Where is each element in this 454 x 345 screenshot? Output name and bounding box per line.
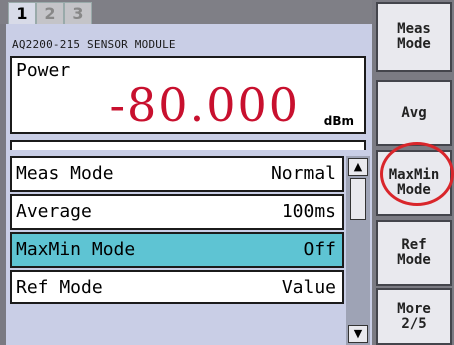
power-label: Power xyxy=(16,60,71,81)
more-softkey[interactable]: More 2/5 xyxy=(376,288,452,345)
tab-3[interactable]: 3 xyxy=(64,2,92,26)
scroll-up-icon[interactable]: ▲ xyxy=(348,158,368,176)
list-item-value: Value xyxy=(281,277,336,298)
power-display: Power -80.000 dBm xyxy=(10,56,366,134)
meas-mode-softkey[interactable]: Meas Mode xyxy=(376,2,452,72)
list-item-meas-mode[interactable]: Meas Mode Normal xyxy=(10,156,344,192)
softkey-line2: Mode xyxy=(397,182,431,198)
scroll-thumb[interactable] xyxy=(350,178,366,220)
settings-list: Meas Mode Normal Average 100ms MaxMin Mo… xyxy=(10,156,344,345)
softkey-line2: Mode xyxy=(397,252,431,268)
list-item-label: Average xyxy=(16,201,92,222)
list-item-ref-mode[interactable]: Ref Mode Value xyxy=(10,270,344,304)
power-unit: dBm xyxy=(323,114,354,128)
avg-softkey[interactable]: Avg xyxy=(376,80,452,146)
list-item-label: Meas Mode xyxy=(16,163,114,184)
tab-strip: 1 2 3 xyxy=(0,0,372,26)
power-value: -80.000 xyxy=(109,78,300,132)
softkey-line2: 2/5 xyxy=(401,315,427,332)
list-item-value: Normal xyxy=(270,163,336,184)
softkey-line1: More xyxy=(397,300,431,317)
module-title: AQ2200-215 SENSOR MODULE xyxy=(12,38,176,51)
list-item-value: Off xyxy=(303,239,336,260)
softkey-panel: Meas Mode Avg MaxMin Mode Ref Mode More … xyxy=(372,0,454,345)
softkey-line1: Meas xyxy=(397,21,431,37)
softkey-line1: MaxMin xyxy=(388,167,440,183)
scroll-down-icon[interactable]: ▼ xyxy=(348,325,368,343)
list-item-maxmin-mode[interactable]: MaxMin Mode Off xyxy=(10,232,344,268)
softkey-line1: Ref xyxy=(401,237,427,253)
softkey-line2: Mode xyxy=(397,36,431,52)
display-divider xyxy=(10,140,366,150)
softkey-line1: Avg xyxy=(401,104,427,121)
list-item-value: 100ms xyxy=(281,201,336,222)
ref-mode-softkey[interactable]: Ref Mode xyxy=(376,220,452,286)
maxmin-mode-softkey[interactable]: MaxMin Mode xyxy=(376,150,452,216)
list-item-average[interactable]: Average 100ms xyxy=(10,194,344,230)
tab-1[interactable]: 1 xyxy=(8,2,36,25)
list-item-label: Ref Mode xyxy=(16,277,103,298)
list-item-label: MaxMin Mode xyxy=(16,239,136,260)
tab-2[interactable]: 2 xyxy=(36,2,64,26)
list-scrollbar[interactable]: ▲ ▼ xyxy=(346,156,370,345)
